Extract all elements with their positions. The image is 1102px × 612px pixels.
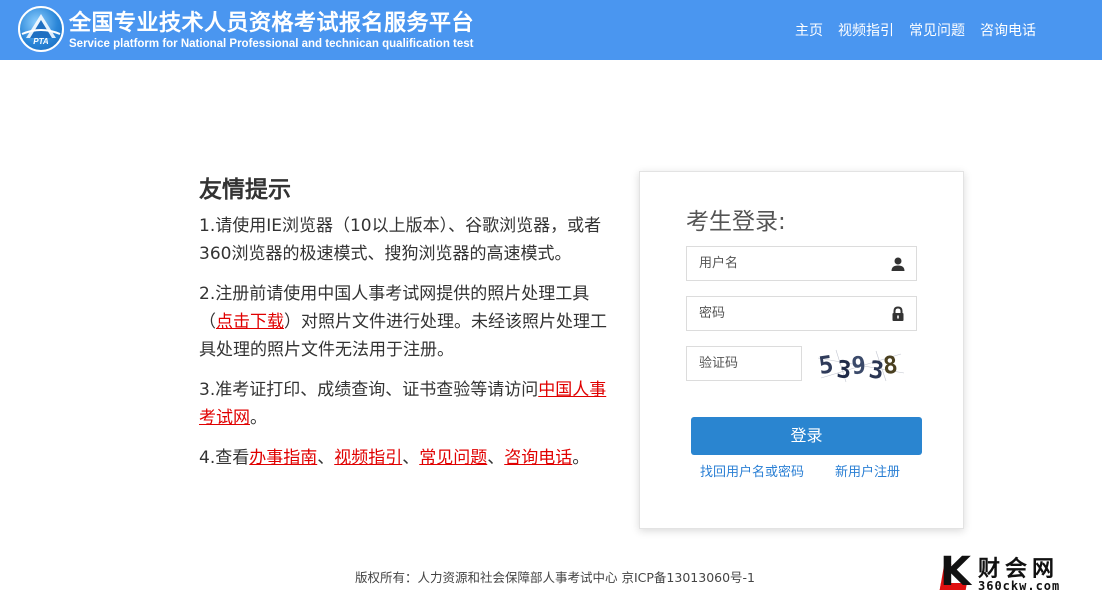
tip-links-text-before: 4.查看	[199, 448, 250, 468]
password-field	[686, 296, 917, 331]
watermark-letter: K	[940, 549, 971, 595]
login-title: 考生登录:	[686, 209, 786, 235]
tip-links-text-after: 。	[572, 448, 590, 468]
watermark-url: 360ckw.com	[978, 579, 1061, 593]
watermark-logo: K 财会网 360ckw.com	[939, 549, 1100, 598]
tip-browser-text: 1.请使用IE浏览器（10以上版本）、谷歌浏览器，或者360浏览器的极速模式、搜…	[199, 216, 602, 264]
guide-link[interactable]: 办事指南	[249, 448, 317, 468]
tips-section: 友情提示 1.请使用IE浏览器（10以上版本）、谷歌浏览器，或者360浏览器的极…	[199, 170, 619, 484]
video-guide-link[interactable]: 视频指引	[334, 448, 402, 468]
nav-video-guide[interactable]: 视频指引	[838, 20, 894, 40]
lock-icon	[892, 306, 904, 321]
separator: 、	[487, 448, 505, 468]
footer-copyright: 版权所有：人力资源和社会保障部人事考试中心 京ICP备13013060号-1	[355, 570, 756, 585]
consult-phone-link[interactable]: 咨询电话	[504, 448, 572, 468]
tips-title: 友情提示	[199, 177, 291, 203]
captcha-glyph: 3	[835, 355, 851, 384]
nav-home[interactable]: 主页	[795, 20, 823, 40]
forgot-credentials-link[interactable]: 找回用户名或密码	[700, 461, 804, 480]
top-nav: 主页 视频指引 常见问题 咨询电话	[795, 20, 1036, 40]
tip-cpta-text-before: 3.准考证打印、成绩查询、证书查验等请访问	[199, 380, 539, 400]
svg-text:PTA: PTA	[33, 37, 49, 46]
site-subtitle: Service platform for National Profession…	[69, 38, 474, 50]
pta-logo: PTA	[18, 6, 64, 52]
captcha-field	[686, 346, 802, 381]
nav-consult-phone[interactable]: 咨询电话	[980, 20, 1036, 40]
download-tool-link[interactable]: 点击下载	[216, 312, 284, 332]
tip-cpta-text-after: 。	[250, 408, 267, 428]
captcha-glyph: 5	[817, 350, 834, 380]
top-header: PTA 全国专业技术人员资格考试报名服务平台 Service platform …	[0, 0, 1102, 60]
register-link[interactable]: 新用户注册	[835, 461, 900, 480]
captcha-input[interactable]	[687, 347, 797, 380]
username-input[interactable]	[687, 247, 877, 280]
site-title: 全国专业技术人员资格考试报名服务平台	[69, 11, 475, 36]
captcha-glyph: 3	[867, 355, 885, 384]
nav-faq[interactable]: 常见问题	[909, 20, 965, 40]
faq-link[interactable]: 常见问题	[419, 448, 487, 468]
username-field	[686, 246, 917, 281]
captcha-glyph: 9	[850, 351, 865, 380]
login-button[interactable]: 登录	[691, 417, 922, 455]
tip-photo-tool: 2.注册前请使用中国人事考试网提供的照片处理工具（点击下载）对照片文件进行处理。…	[199, 280, 619, 364]
password-input[interactable]	[687, 297, 877, 330]
tip-cpta: 3.准考证打印、成绩查询、证书查验等请访问中国人事考试网。	[199, 376, 619, 432]
separator: 、	[402, 448, 420, 468]
login-panel: 考生登录: 53938 登录 找回用户名或密码 新用户注册	[639, 171, 964, 529]
separator: 、	[317, 448, 335, 468]
svg-text:53938: 53938	[817, 350, 898, 384]
captcha-image[interactable]: 53938	[816, 348, 906, 384]
user-icon	[891, 257, 905, 271]
tip-links: 4.查看办事指南、视频指引、常见问题、咨询电话。	[199, 444, 619, 472]
tip-browser: 1.请使用IE浏览器（10以上版本）、谷歌浏览器，或者360浏览器的极速模式、搜…	[199, 212, 619, 268]
